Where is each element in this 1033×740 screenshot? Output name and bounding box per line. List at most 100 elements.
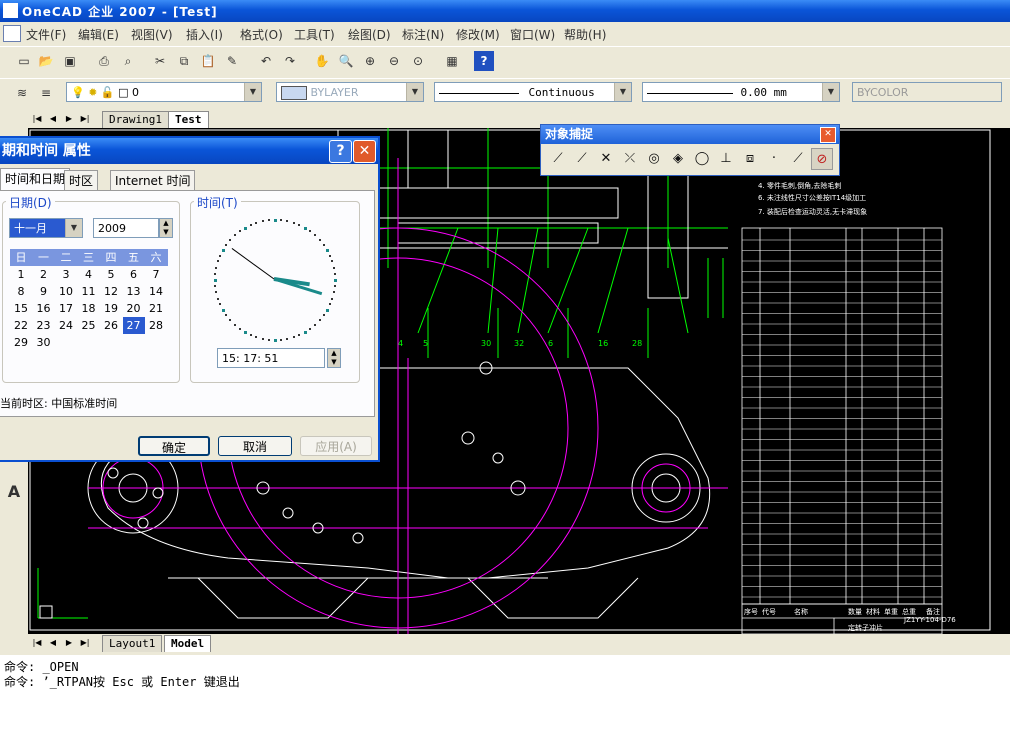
chevron-down-icon[interactable]: ▼	[822, 83, 839, 101]
calendar-day[interactable]: 13	[123, 283, 145, 300]
new-icon[interactable]: ▭	[14, 51, 34, 71]
snap-none-icon[interactable]: ⊘	[811, 148, 833, 170]
cancel-button[interactable]: 取消	[218, 436, 292, 456]
last-layout-icon[interactable]: ▶|	[78, 636, 92, 650]
zoom-extents-icon[interactable]: ⊙	[408, 51, 428, 71]
calendar-day[interactable]: 19	[100, 300, 122, 317]
save-icon[interactable]: ▣	[60, 51, 80, 71]
chevron-down-icon[interactable]: ▼	[244, 83, 261, 101]
calendar-day[interactable]: 28	[145, 317, 167, 334]
menu-help[interactable]: 帮助(H)	[564, 26, 606, 43]
menu-dimension[interactable]: 标注(N)	[402, 26, 444, 43]
color-select[interactable]: BYLAYER ▼	[276, 82, 424, 102]
calendar-day[interactable]: 12	[100, 283, 122, 300]
insert-snap-icon[interactable]: ⧈	[739, 148, 761, 170]
menu-view[interactable]: 视图(V)	[131, 26, 173, 43]
menu-insert[interactable]: 插入(I)	[186, 26, 223, 43]
menu-file[interactable]: 文件(F)	[26, 26, 66, 43]
menu-tools[interactable]: 工具(T)	[294, 26, 335, 43]
zoom-window-icon[interactable]: ⊕	[360, 51, 380, 71]
calendar-day[interactable]: 21	[145, 300, 167, 317]
zoom-previous-icon[interactable]: ⊖	[384, 51, 404, 71]
next-tab-icon[interactable]: ▶	[62, 112, 76, 126]
next-layout-icon[interactable]: ▶	[62, 636, 76, 650]
time-spinner[interactable]: ▲ ▼	[327, 348, 341, 368]
layer-previous-icon[interactable]: ≡	[36, 83, 56, 103]
prev-tab-icon[interactable]: ◀	[46, 112, 60, 126]
calendar-day[interactable]: 27	[122, 317, 145, 334]
calendar-day[interactable]: 7	[145, 266, 167, 283]
intersection-snap-icon[interactable]: ✕	[595, 148, 617, 170]
copy-icon[interactable]: ⧉	[174, 51, 194, 71]
document-system-icon[interactable]	[3, 25, 21, 42]
properties-icon[interactable]: ▦	[442, 51, 462, 71]
tangent-snap-icon[interactable]: ◯	[691, 148, 713, 170]
ok-button[interactable]: 确定	[138, 436, 210, 456]
layer-select[interactable]: 💡 ✹ 🔓 □ 0 ▼	[66, 82, 262, 102]
calendar-day[interactable]: 16	[33, 300, 55, 317]
tab-layout1[interactable]: Layout1	[102, 635, 163, 652]
calendar-day[interactable]: 2	[33, 266, 55, 283]
calendar-day[interactable]: 9	[33, 283, 55, 300]
undo-icon[interactable]: ↶	[256, 51, 276, 71]
print-preview-icon[interactable]: ⌕	[118, 51, 138, 71]
calendar-day[interactable]: 6	[123, 266, 145, 283]
calendar-day[interactable]: 15	[10, 300, 32, 317]
calendar-day[interactable]: 29	[10, 334, 32, 351]
menu-modify[interactable]: 修改(M)	[456, 26, 500, 43]
midpoint-snap-icon[interactable]: ⟋	[571, 148, 593, 170]
first-tab-icon[interactable]: |◀	[30, 112, 44, 126]
dialog-title-bar[interactable]: 期和时间 属性 ? ✕	[0, 138, 378, 164]
tab-timezone[interactable]: 时区	[64, 170, 99, 191]
nearest-snap-icon[interactable]: ⟋	[787, 148, 809, 170]
calendar-day[interactable]: 14	[145, 283, 167, 300]
calendar-day[interactable]: 4	[78, 266, 100, 283]
menu-draw[interactable]: 绘图(D)	[348, 26, 391, 43]
endpoint-snap-icon[interactable]: ⟋	[547, 148, 569, 170]
tab-model[interactable]: Model	[164, 635, 212, 652]
perpendicular-snap-icon[interactable]: ⊥	[715, 148, 737, 170]
calendar-day[interactable]: 8	[10, 283, 32, 300]
calendar-day[interactable]: 11	[78, 283, 100, 300]
pan-icon[interactable]: ✋	[312, 51, 332, 71]
calendar-day[interactable]: 17	[55, 300, 77, 317]
quadrant-snap-icon[interactable]: ◈	[667, 148, 689, 170]
chevron-down-icon[interactable]: ▼	[65, 219, 82, 237]
calendar-day[interactable]: 1	[10, 266, 32, 283]
first-layout-icon[interactable]: |◀	[30, 636, 44, 650]
calendar-day[interactable]: 5	[100, 266, 122, 283]
chevron-down-icon[interactable]: ▼	[614, 83, 631, 101]
calendar-day[interactable]: 26	[100, 317, 122, 334]
chevron-down-icon[interactable]: ▼	[406, 83, 423, 101]
calendar-day[interactable]: 3	[55, 266, 77, 283]
calendar-day[interactable]: 22	[10, 317, 32, 334]
redo-icon[interactable]: ↷	[280, 51, 300, 71]
menu-format[interactable]: 格式(O)	[240, 26, 283, 43]
linetype-select[interactable]: Continuous ▼	[434, 82, 632, 102]
calendar-day[interactable]: 23	[33, 317, 55, 334]
zoom-realtime-icon[interactable]: 🔍	[336, 51, 356, 71]
tab-test[interactable]: Test	[168, 111, 209, 128]
prev-layout-icon[interactable]: ◀	[46, 636, 60, 650]
month-select[interactable]: 十一月 ▼	[9, 218, 83, 238]
layer-manager-icon[interactable]: ≋	[12, 83, 32, 103]
paste-icon[interactable]: 📋	[198, 51, 218, 71]
calendar-day[interactable]: 25	[78, 317, 100, 334]
year-input[interactable]: 2009	[93, 218, 159, 238]
close-icon[interactable]: ✕	[353, 140, 376, 163]
lineweight-select[interactable]: 0.00 mm ▼	[642, 82, 840, 102]
command-line[interactable]: 命令: _OPEN 命令: ’_RTPAN按 Esc 或 Enter 键退出	[0, 655, 1010, 700]
time-input[interactable]: 15: 17: 51	[217, 348, 325, 368]
help-icon[interactable]: ?	[474, 51, 494, 71]
print-icon[interactable]: ⎙	[94, 51, 114, 71]
last-tab-icon[interactable]: ▶|	[78, 112, 92, 126]
calendar-day[interactable]: 10	[55, 283, 77, 300]
tab-date-time[interactable]: 时间和日期	[0, 168, 71, 191]
open-icon[interactable]: 📂	[36, 51, 56, 71]
match-properties-icon[interactable]: ✎	[222, 51, 242, 71]
close-icon[interactable]: ✕	[820, 127, 836, 143]
menu-edit[interactable]: 编辑(E)	[78, 26, 119, 43]
osnap-toolbar-title[interactable]: 对象捕捉 ✕	[541, 125, 839, 144]
cut-icon[interactable]: ✂	[150, 51, 170, 71]
calendar-day[interactable]: 20	[123, 300, 145, 317]
